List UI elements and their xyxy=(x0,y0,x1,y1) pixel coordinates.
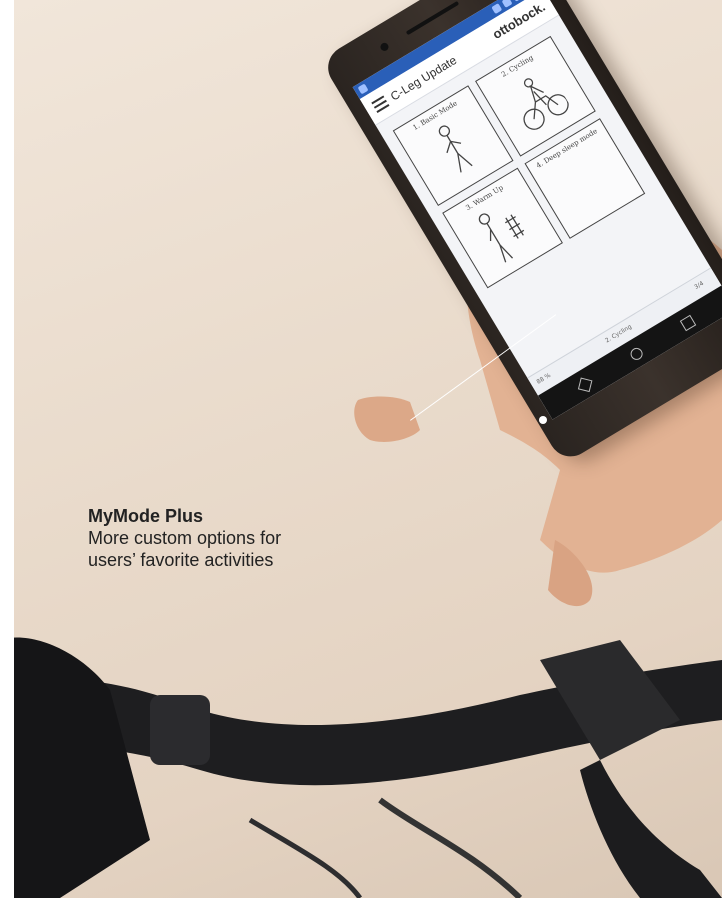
bicycle-handlebar xyxy=(0,637,722,898)
left-margin xyxy=(0,0,14,898)
caption-title: MyMode Plus xyxy=(88,506,204,526)
photo-scene: C-Leg Update ottobock. 1. Basic Mode 2. … xyxy=(0,0,722,898)
mode-counter: 3/4 xyxy=(693,279,706,291)
back-icon[interactable] xyxy=(577,377,593,393)
battery-percent: 88 % xyxy=(535,371,553,386)
caption-body-line-1: More custom options for xyxy=(88,528,282,548)
feature-caption: MyMode Plus More custom options for user… xyxy=(88,505,388,571)
notification-icon xyxy=(357,83,369,95)
callout-dot xyxy=(539,416,547,424)
hamburger-menu-icon[interactable] xyxy=(371,95,390,113)
recents-icon[interactable] xyxy=(679,314,697,332)
camera-icon xyxy=(378,41,390,53)
home-icon[interactable] xyxy=(628,345,645,363)
signal-icon xyxy=(491,3,503,15)
caption-body-line-2: users’ favorite activities xyxy=(88,550,274,570)
